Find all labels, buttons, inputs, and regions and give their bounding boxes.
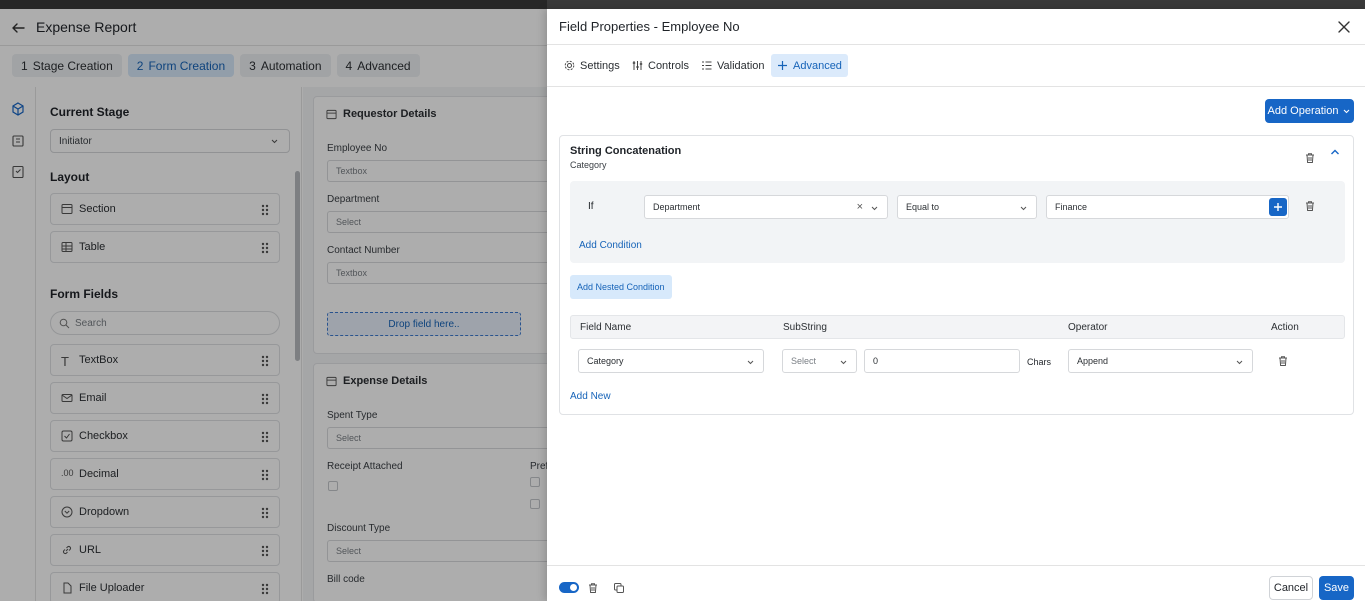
tab-label: Advanced [793,59,842,72]
trash-icon[interactable] [1304,200,1316,212]
drawer-tabs: Settings Controls Validation Advanced [547,45,1365,87]
button-label: Add Operation [1267,105,1339,117]
trash-icon[interactable] [587,582,599,594]
add-nested-condition-button[interactable]: Add Nested Condition [570,275,672,299]
chars-label: Chars [1027,357,1052,367]
clear-icon[interactable]: × [857,201,863,213]
if-label: If [588,201,594,212]
chevron-down-icon [1236,360,1243,365]
tab-label: Controls [648,59,689,72]
chevron-down-icon [871,206,878,211]
list-check-icon [702,61,712,70]
sliders-icon [632,61,643,70]
substring-select[interactable]: Select [782,349,857,373]
tab-label: Validation [717,59,765,72]
select-value: Append [1077,356,1109,366]
column-header: Action [1271,322,1299,333]
select-value: Equal to [906,202,940,212]
chevron-down-icon [747,360,754,365]
condition-field-select[interactable]: Department × [644,195,888,219]
drawer-header: Field Properties - Employee No [547,9,1365,45]
condition-group: If Department × Equal to Finance Add Con… [570,181,1345,263]
add-operation-button[interactable]: Add Operation [1265,99,1354,123]
save-button[interactable]: Save [1319,576,1354,600]
chevron-down-icon [1344,109,1350,113]
input-value: Finance [1055,202,1088,212]
close-icon[interactable] [1337,20,1351,34]
field-properties-drawer: Field Properties - Employee No Settings … [547,9,1365,601]
column-header: Operator [1068,322,1108,333]
button-label: Save [1323,582,1350,594]
chevron-down-icon [1020,206,1027,211]
modal-backdrop[interactable] [0,0,547,601]
tab-controls[interactable]: Controls [626,54,695,77]
trash-icon[interactable] [1304,152,1316,164]
copy-icon[interactable] [613,582,625,594]
tab-advanced[interactable]: Advanced [771,54,848,77]
enable-toggle[interactable] [559,582,579,593]
operation-title: String Concatenation [570,145,682,157]
column-header: Field Name [580,322,632,333]
field-name-select[interactable]: Category [578,349,764,373]
gear-icon [564,60,575,71]
tab-settings[interactable]: Settings [558,54,626,77]
plus-icon [1274,203,1282,211]
operator-select[interactable]: Append [1068,349,1253,373]
column-header: SubString [783,322,827,333]
table-header: Field Name SubString Operator Action [570,315,1345,339]
cancel-button[interactable]: Cancel [1269,576,1313,600]
trash-icon[interactable] [1277,355,1289,367]
plus-icon [778,61,787,70]
operation-card: String Concatenation Category If Departm… [559,135,1354,415]
drawer-footer: Cancel Save [547,565,1365,601]
chars-input[interactable]: 0 [864,349,1020,373]
select-value: Department [653,202,701,212]
chevron-down-icon [840,360,847,365]
tab-label: Settings [580,59,620,72]
add-condition-link[interactable]: Add Condition [579,240,642,251]
add-new-link[interactable]: Add New [570,391,611,402]
chevron-up-icon[interactable] [1329,146,1341,158]
input-value: 0 [873,356,879,366]
button-label: Cancel [1273,582,1309,594]
operation-subtitle: Category [570,160,607,170]
add-value-button[interactable] [1269,198,1287,216]
select-placeholder: Select [791,356,817,366]
tab-validation[interactable]: Validation [695,54,771,77]
drawer-title: Field Properties - Employee No [559,19,740,34]
select-value: Category [587,356,624,366]
condition-value-input[interactable]: Finance [1046,195,1289,219]
condition-operator-select[interactable]: Equal to [897,195,1037,219]
